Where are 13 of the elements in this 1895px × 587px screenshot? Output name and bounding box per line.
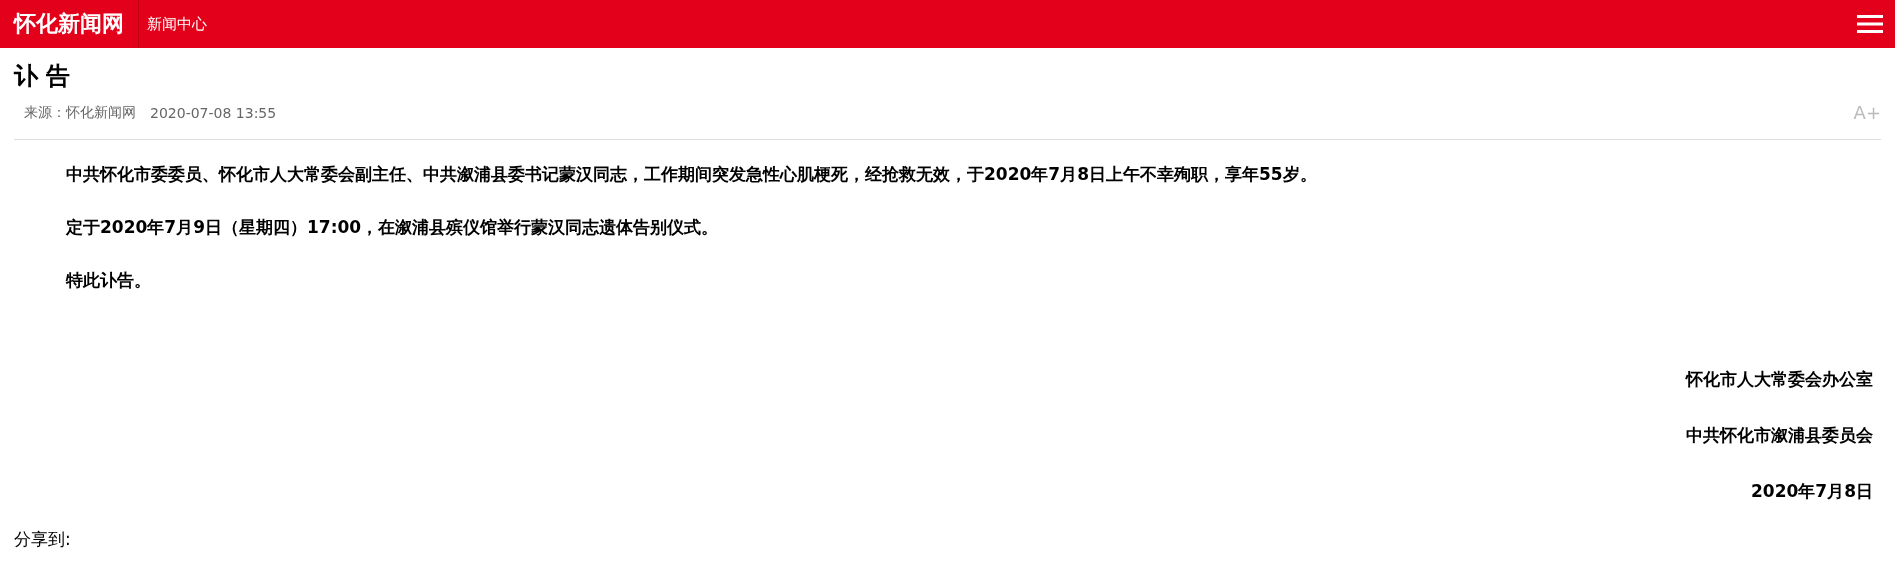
signature-line: 怀化市人大常委会办公室 [1686,368,1873,391]
article-source: 来源：怀化新闻网 [24,103,136,122]
article-title: 讣 告 [14,61,72,92]
site-logo[interactable]: 怀化新闻网 [0,0,139,48]
article-paragraph: 中共怀化市委委员、怀化市人大常委会副主任、中共溆浦县委书记蒙汉同志，工作期间突发急性心肌梗死，经抢救无效，于2020年7月8日上午不幸殉职，享年55岁。 [66,163,1318,186]
share-label: 分享到: [14,529,71,549]
signature-line: 中共怀化市溆浦县委员会 [1686,424,1873,447]
section-link[interactable]: 新闻中心 [139,14,1857,34]
signature-line: 2020年7月8日 [1751,480,1873,503]
article-paragraph: 定于2020年7月9日（星期四）17:00，在溆浦县殡仪馆举行蒙汉同志遗体告别仪式。 [66,216,720,239]
article-paragraph: 特此讣告。 [66,269,152,292]
menu-icon[interactable] [1857,14,1883,34]
article-date: 2020-07-08 13:55 [150,104,277,121]
